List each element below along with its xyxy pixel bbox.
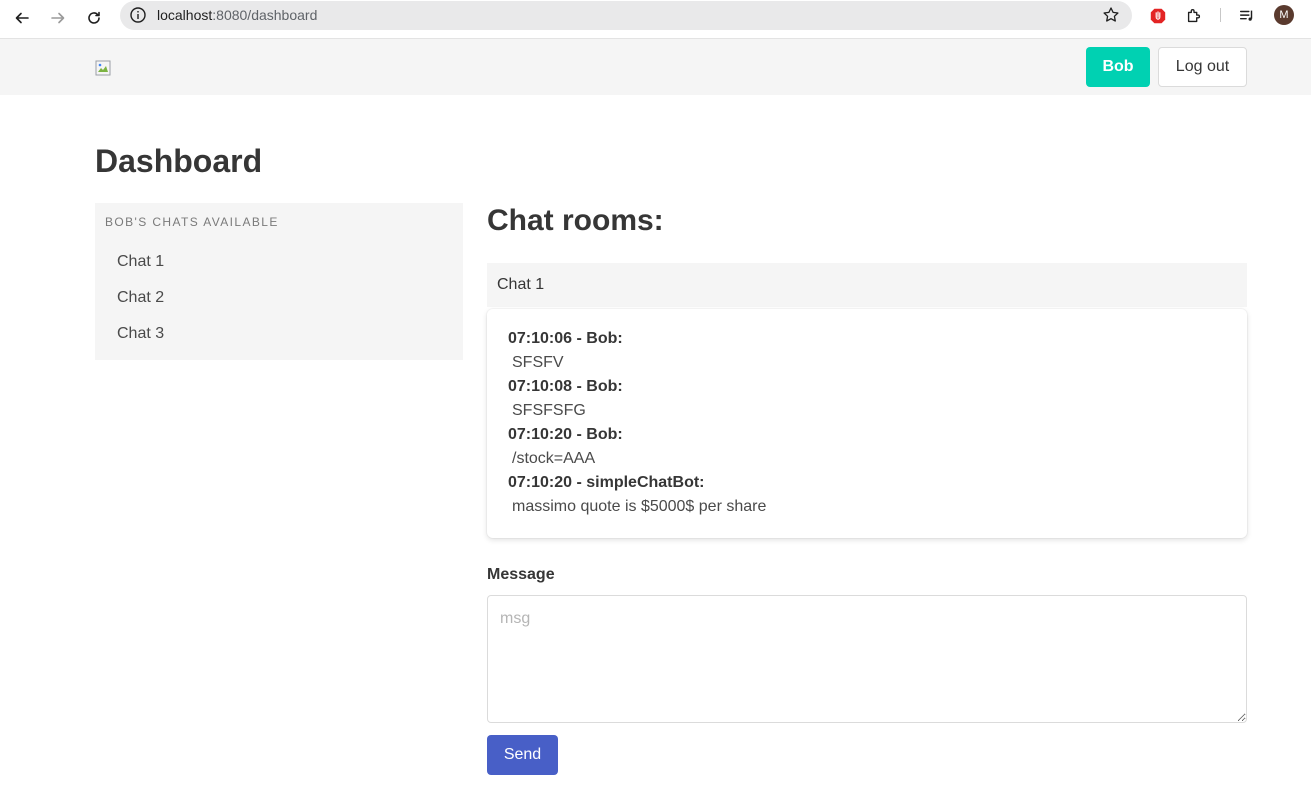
message-header: 07:10:20 - simpleChatBot: (508, 474, 705, 491)
url-path: :8080/dashboard (212, 7, 318, 23)
message-input[interactable] (487, 595, 1247, 723)
chats-sidebar: BOB'S CHATS AVAILABLE Chat 1 Chat 2 Chat… (95, 203, 463, 360)
broken-logo-image-icon[interactable] (95, 60, 111, 76)
address-bar[interactable]: localhost:8080/dashboard (120, 1, 1132, 30)
adblock-extension-icon[interactable] (1148, 6, 1168, 26)
chat-rooms-title: Chat rooms: (487, 204, 664, 237)
sidebar-item-chat-2[interactable]: Chat 2 (117, 289, 164, 307)
navbar: Bob Log out (0, 39, 1311, 95)
sidebar-item-chat-1[interactable]: Chat 1 (117, 253, 164, 271)
message-label: Message (487, 566, 555, 583)
url-host: localhost (157, 7, 213, 23)
message-text: SFSFSFG (512, 402, 586, 419)
site-info-icon[interactable] (129, 6, 147, 24)
page-title: Dashboard (95, 143, 263, 179)
bookmark-star-icon[interactable] (1102, 6, 1120, 24)
send-button[interactable]: Send (487, 735, 558, 775)
url-text: localhost:8080/dashboard (157, 7, 317, 23)
media-queue-icon[interactable] (1237, 6, 1257, 26)
sidebar-heading: BOB'S CHATS AVAILABLE (105, 215, 279, 229)
back-arrow-icon[interactable] (10, 6, 34, 30)
messages-box: 07:10:06 - Bob: SFSFV 07:10:08 - Bob: SF… (487, 309, 1247, 538)
active-room-name: Chat 1 (497, 276, 545, 293)
message-header: 07:10:20 - Bob: (508, 426, 623, 443)
user-button[interactable]: Bob (1086, 47, 1150, 87)
active-room-header: Chat 1 (487, 263, 1247, 307)
extensions-puzzle-icon[interactable] (1184, 6, 1204, 26)
profile-initial: M (1279, 9, 1289, 21)
sidebar-item-chat-3[interactable]: Chat 3 (117, 325, 164, 343)
browser-toolbar: localhost:8080/dashboard M (0, 0, 1311, 39)
profile-avatar[interactable]: M (1274, 5, 1294, 25)
logout-button[interactable]: Log out (1158, 47, 1247, 87)
forward-arrow-icon[interactable] (46, 6, 70, 30)
message-text: SFSFV (512, 354, 564, 371)
message-text: massimo quote is $5000$ per share (512, 498, 767, 515)
toolbar-divider (1220, 8, 1221, 22)
message-header: 07:10:08 - Bob: (508, 378, 623, 395)
message-header: 07:10:06 - Bob: (508, 330, 623, 347)
message-text: /stock=AAA (512, 450, 596, 467)
reload-icon[interactable] (82, 6, 106, 30)
